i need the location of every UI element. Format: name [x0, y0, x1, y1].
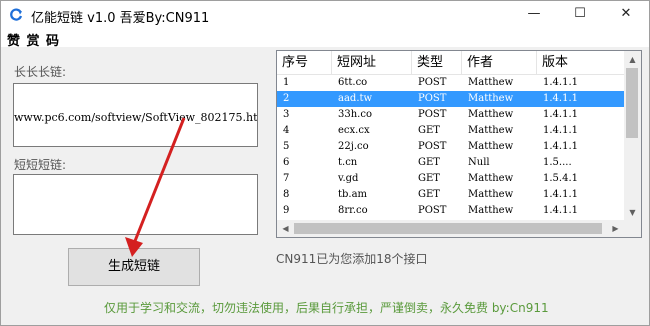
app-window: 亿能短链 v1.0 吾爱By:CN911 — ☐ ✕ 赞 赏 码 长长长链: w…: [0, 0, 650, 326]
red-arrow-annotation: [125, 117, 186, 257]
